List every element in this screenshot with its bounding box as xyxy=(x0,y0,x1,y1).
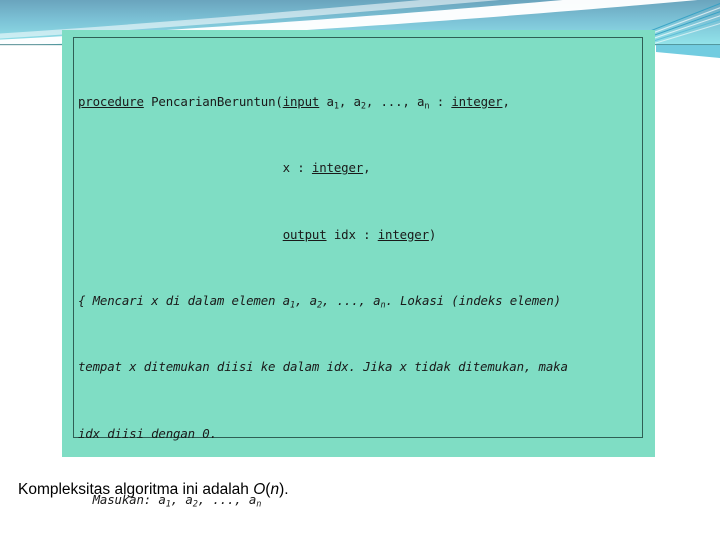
caption-big-o: O xyxy=(253,481,266,498)
slide-canvas: procedure PencarianBeruntun(input a1, a2… xyxy=(0,0,720,540)
caption-prefix: Kompleksitas algoritma ini adalah xyxy=(18,481,254,498)
caption-close-paren: ). xyxy=(279,481,289,498)
complexity-caption: Kompleksitas algoritma ini adalah O(n). xyxy=(18,481,289,499)
banner-right-wedge xyxy=(656,45,720,58)
pseudocode-panel: procedure PencarianBeruntun(input a1, a2… xyxy=(62,30,655,509)
code-line-06: idx diisi dengan 0. xyxy=(78,425,217,441)
code-line-04: { Mencari x di dalam elemen a1, a2, ...,… xyxy=(78,292,561,311)
code-line-01: procedure PencarianBeruntun(input a1, a2… xyxy=(78,93,510,112)
code-line-05: tempat x ditemukan diisi ke dalam idx. J… xyxy=(78,359,568,375)
code-line-03: output idx : integer) xyxy=(282,226,437,242)
caption-variable: n xyxy=(270,481,280,498)
pseudocode-text: procedure PencarianBeruntun(input a1, a2… xyxy=(78,44,638,540)
code-line-02: x : integer, xyxy=(78,160,371,176)
